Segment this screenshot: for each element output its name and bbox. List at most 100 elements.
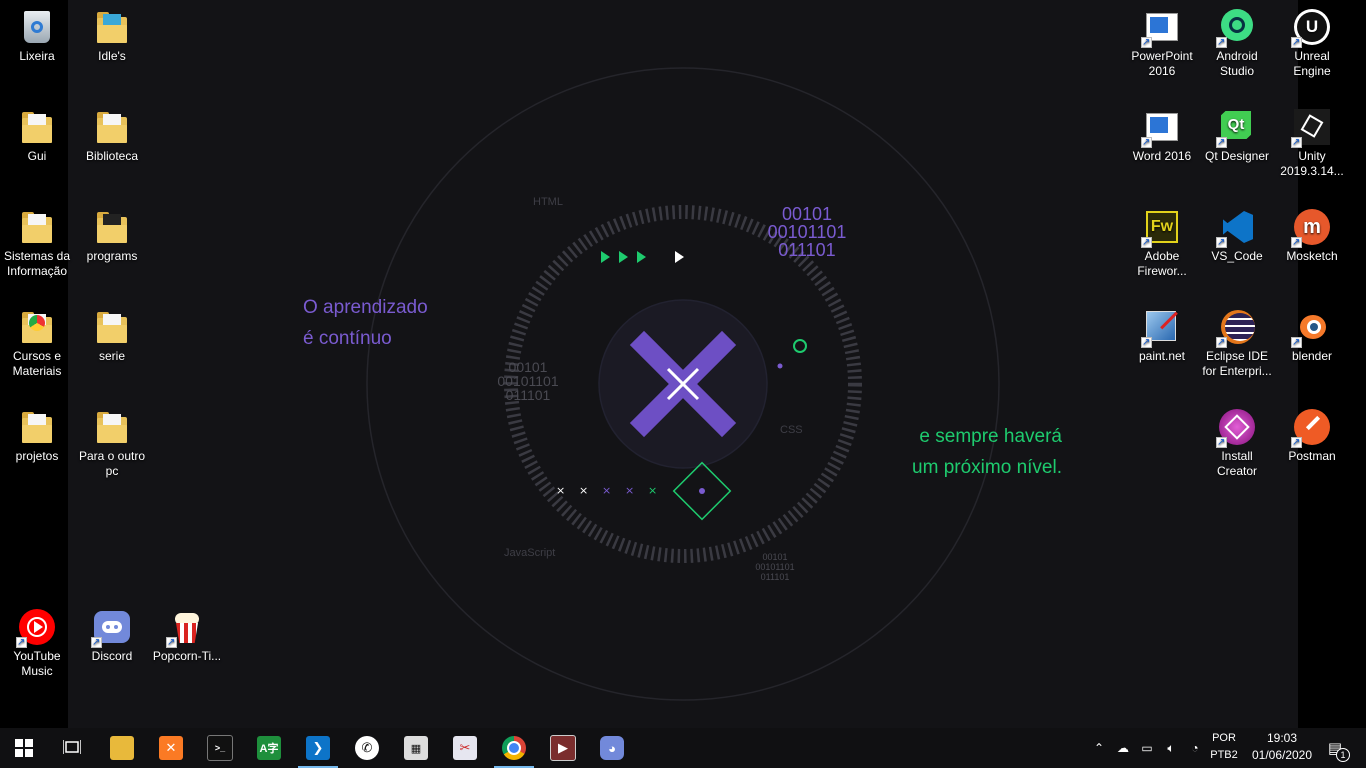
desktop-icon-qt-designer[interactable]: Qt Qt Designer <box>1200 100 1274 164</box>
desktop-icon-unity[interactable]: Unity 2019.3.14... <box>1275 100 1349 179</box>
document-shortcut-icon <box>1141 9 1180 50</box>
taskbar-vscode[interactable]: ❯ <box>294 728 342 768</box>
binary-bottom-line2: 00101101 <box>755 562 795 572</box>
clock-button[interactable]: 19:03 01/06/2020 <box>1246 730 1318 764</box>
desktop-icon-vscode[interactable]: VS_Code <box>1200 200 1274 264</box>
taskbar-snipping-tool[interactable]: ✂ <box>441 728 489 768</box>
desktop-icon-lixeira[interactable]: Lixeira <box>0 0 74 64</box>
taskbar-whatsapp[interactable]: ✆ <box>343 728 391 768</box>
svg-text:×: × <box>602 484 611 497</box>
desktop-icon-paintnet[interactable]: paint.net <box>1125 300 1199 364</box>
task-view-button[interactable] <box>48 728 96 768</box>
keyboard-layout-code: PTB2 <box>1210 749 1238 761</box>
desktop-icon-label: Unity 2019.3.14... <box>1280 149 1344 178</box>
desktop-icon-discord[interactable]: Discord <box>75 600 149 664</box>
desktop-icon-label: Discord <box>91 649 133 663</box>
desktop-icon-para-outro-pc[interactable]: Para o outro pc <box>75 400 149 479</box>
desktop-icon-label: Biblioteca <box>85 149 139 163</box>
desktop-icon-sistemas[interactable]: Sistemas da Informação <box>0 200 74 279</box>
play-triangles <box>601 251 684 263</box>
speaker-icon: 🔈︎ <box>1167 740 1175 755</box>
onedrive-tray-button[interactable]: ☁ <box>1112 728 1134 768</box>
desktop-icon-eclipse[interactable]: Eclipse IDE for Enterpri... <box>1200 300 1274 379</box>
shortcut-arrow-icon <box>1291 235 1302 250</box>
desktop-icon-install-creator[interactable]: Install Creator <box>1200 400 1274 479</box>
desktop-icon-android-studio[interactable]: Android Studio <box>1200 0 1274 79</box>
desktop-icon-label: serie <box>98 349 125 363</box>
shortcut-arrow-icon <box>166 635 177 650</box>
desktop-icon-label: Mosketch <box>1286 249 1338 263</box>
desktop-icon-projetos[interactable]: projetos <box>0 400 74 464</box>
desktop-icon-powerpoint[interactable]: PowerPoint 2016 <box>1125 0 1199 79</box>
desktop-icon-unreal[interactable]: U Unreal Engine <box>1275 0 1349 79</box>
taskbar-terminal[interactable]: >_ <box>196 728 244 768</box>
desktop-icon-word[interactable]: Word 2016 <box>1125 100 1199 164</box>
svg-text:×: × <box>648 484 657 497</box>
desktop-icon-label: paint.net <box>1138 349 1186 363</box>
document-shortcut-icon <box>1141 109 1180 150</box>
folder-icon <box>94 209 130 245</box>
desktop-icon-label: projetos <box>15 449 59 463</box>
youtube-music-icon <box>16 609 55 650</box>
qt-designer-icon: Qt <box>1216 109 1255 150</box>
wallpaper: × × × × × O aprendizado é contínuo e sem… <box>68 0 1298 728</box>
shortcut-arrow-icon <box>1291 335 1302 350</box>
wallpaper-text-left-line1: O aprendizado <box>303 297 428 318</box>
volume-tray-button[interactable]: 🔈︎ <box>1160 728 1182 768</box>
shortcut-arrow-icon <box>16 635 27 650</box>
network-tray-button[interactable]: ◔ <box>1184 728 1206 768</box>
taskbar-calculator[interactable]: ▦ <box>392 728 440 768</box>
wallpaper-text-left-line2: é contínuo <box>303 328 392 349</box>
desktop-icon-mosketch[interactable]: m Mosketch <box>1275 200 1349 264</box>
desktop-icon-label: Eclipse IDE for Enterpri... <box>1202 349 1272 378</box>
binary-top: 00101 00101101 011101 <box>758 205 856 259</box>
desktop-icon-programs[interactable]: programs <box>75 200 149 264</box>
mosketch-icon: m <box>1291 209 1330 250</box>
input-language-button[interactable]: POR PTB2 <box>1206 730 1242 764</box>
small-x-row: × × × × × <box>556 484 657 497</box>
taskbar-xampp[interactable]: ✕ <box>147 728 195 768</box>
green-ring-dot <box>793 339 807 353</box>
wallpaper-graphic: × × × × × <box>366 67 1000 701</box>
binary-top-line2: 00101101 <box>767 222 847 242</box>
popcorn-icon <box>166 609 205 650</box>
binary-left: 00101 00101101 011101 <box>494 360 562 402</box>
desktop-icon-gui[interactable]: Gui <box>0 100 74 164</box>
battery-tray-button[interactable]: ▭ <box>1136 728 1158 768</box>
battery-icon: ▭ <box>1141 741 1153 755</box>
taskbar-movie-maker[interactable]: ▶ <box>539 728 587 768</box>
desktop-icon-biblioteca[interactable]: Biblioteca <box>75 100 149 164</box>
desktop-icon-label: Idle's <box>98 49 126 63</box>
taskbar-translator[interactable]: A字 <box>245 728 293 768</box>
folder-icon <box>19 409 55 445</box>
desktop-icon-label: Para o outro pc <box>78 449 146 478</box>
desktop-icon-serie[interactable]: serie <box>75 300 149 364</box>
desktop-icon-fireworks[interactable]: Fw Adobe Firewor... <box>1125 200 1199 279</box>
taskbar-discord[interactable]: ◕ <box>588 728 636 768</box>
desktop-icon-label: Install Creator <box>1216 449 1257 478</box>
unreal-engine-icon: U <box>1291 9 1330 50</box>
desktop-icon-popcorn-time[interactable]: Popcorn-Ti... <box>150 600 224 664</box>
desktop-icon-postman[interactable]: Postman <box>1275 400 1349 464</box>
blender-icon <box>1291 309 1330 350</box>
cloud-icon: ☁ <box>1117 741 1129 755</box>
binary-left-line2: 00101101 <box>497 373 559 389</box>
unity-icon <box>1291 109 1330 150</box>
binary-top-line1: 00101 <box>781 204 833 224</box>
shortcut-arrow-icon <box>1216 235 1227 250</box>
desktop-icon-cursos[interactable]: Cursos e Materiais <box>0 300 74 379</box>
desktop-icon-blender[interactable]: blender <box>1275 300 1349 364</box>
start-button[interactable] <box>0 728 48 768</box>
desktop-icon-label: blender <box>1291 349 1333 363</box>
taskbar-file-explorer[interactable] <box>98 728 146 768</box>
task-view-icon <box>63 740 81 754</box>
notification-count-badge: 1 <box>1336 748 1350 762</box>
show-hidden-icons-button[interactable]: ⌃ <box>1088 728 1110 768</box>
desktop-icon-label: Gui <box>27 149 47 163</box>
diamond-shape <box>672 461 732 521</box>
taskbar-chrome[interactable] <box>490 728 538 768</box>
desktop-icon-idles[interactable]: Idle's <box>75 0 149 64</box>
svg-text:×: × <box>579 484 588 497</box>
action-center-button[interactable]: ▤ 1 <box>1320 728 1350 768</box>
desktop-icon-youtube-music[interactable]: YouTube Music <box>0 600 74 679</box>
